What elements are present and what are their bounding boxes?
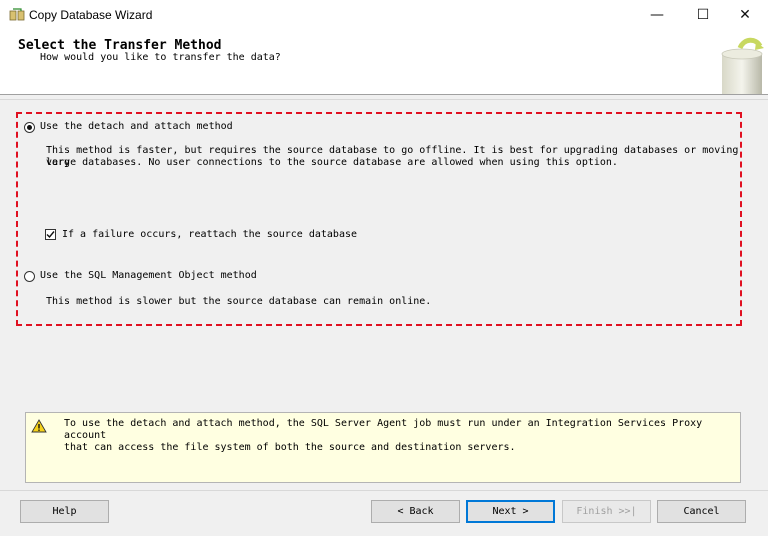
database-wizard-icon bbox=[9, 8, 25, 21]
title-bar: Copy Database Wizard — ☐ ✕ bbox=[0, 0, 768, 30]
minimize-button[interactable]: — bbox=[634, 0, 680, 30]
footer-separator bbox=[0, 490, 768, 491]
reattach-label[interactable]: If a failure occurs, reattach the source… bbox=[62, 229, 357, 240]
minimize-icon: — bbox=[650, 7, 664, 23]
reattach-checkbox[interactable] bbox=[45, 229, 56, 240]
close-icon: ✕ bbox=[739, 7, 751, 23]
maximize-button[interactable]: ☐ bbox=[680, 0, 726, 30]
detach-attach-label[interactable]: Use the detach and attach method bbox=[40, 121, 233, 132]
smo-radio[interactable] bbox=[24, 271, 35, 282]
help-button[interactable]: Help bbox=[20, 500, 109, 523]
finish-button[interactable]: Finish >>| bbox=[562, 500, 651, 523]
checkmark-icon bbox=[46, 231, 55, 239]
page-title: Select the Transfer Method bbox=[18, 38, 222, 53]
warning-icon bbox=[31, 419, 47, 433]
detach-attach-description-2: large databases. No user connections to … bbox=[46, 157, 618, 168]
back-button[interactable]: < Back bbox=[371, 500, 460, 523]
warning-line-1: To use the detach and attach method, the… bbox=[64, 418, 703, 441]
database-banner-icon bbox=[721, 37, 764, 94]
wizard-header: Select the Transfer Method How would you… bbox=[0, 30, 768, 95]
warning-text: To use the detach and attach method, the… bbox=[64, 418, 724, 454]
header-separator bbox=[0, 99, 768, 100]
smo-description: This method is slower but the source dat… bbox=[46, 296, 432, 307]
close-button[interactable]: ✕ bbox=[722, 0, 768, 30]
smo-label[interactable]: Use the SQL Management Object method bbox=[40, 270, 257, 281]
maximize-icon: ☐ bbox=[696, 7, 710, 23]
warning-line-2: that can access the file system of both … bbox=[64, 442, 516, 453]
cancel-button[interactable]: Cancel bbox=[657, 500, 746, 523]
next-button[interactable]: Next > bbox=[466, 500, 555, 523]
detach-attach-radio[interactable] bbox=[24, 122, 35, 133]
warning-panel: To use the detach and attach method, the… bbox=[25, 412, 741, 483]
window-title: Copy Database Wizard bbox=[29, 8, 153, 22]
page-subtitle: How would you like to transfer the data? bbox=[40, 52, 281, 63]
